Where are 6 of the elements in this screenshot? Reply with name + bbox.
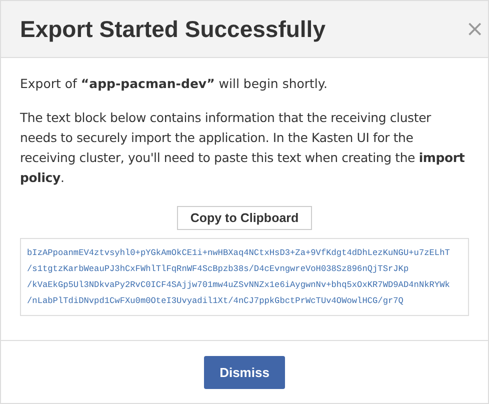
dismiss-button[interactable]: Dismiss	[204, 356, 286, 388]
import-text-block[interactable]: bIzAPpoanmEV4ztvsyhl0+pYGkAmOkCE1i+nwHBXaq4NCtxHsD3+Za+9VfKdgt4dDhLezKuNGU+u7zELhT /s1tgtzKarbWeauPJ3hCxFWhlTlFqRnWF4ScBpzb38s/D4cEvngwreVoH038Sz896nQjTSrJKp /kVaEkGp5Ul3NDkvaPy2RvC0ICF4SAjjw701mw4uZSvNNZx1e6iAygwnNv+bhq5xOxKR7WD9AD4nNkRYWk /nLabPlTdiDNvpd1CwFXu0m0OteI3Uvyadil1Xt/4nCJ7ppkGbctPrWcTUv4OWowlHCG/gr7Q	[20, 238, 469, 316]
description-text: The text block below contains information that the receiving cluster needs to securely import the application. In the Kasten UI for the receiving cluster, you'll need to paste this text when creating the import policy.	[20, 109, 466, 187]
copy-to-clipboard-button[interactable]: Copy to Clipboard	[177, 206, 312, 230]
export-message: Export of “app-pacman-dev” will begin shortly.	[20, 75, 328, 93]
dialog-title: Export Started Successfully	[20, 16, 326, 42]
